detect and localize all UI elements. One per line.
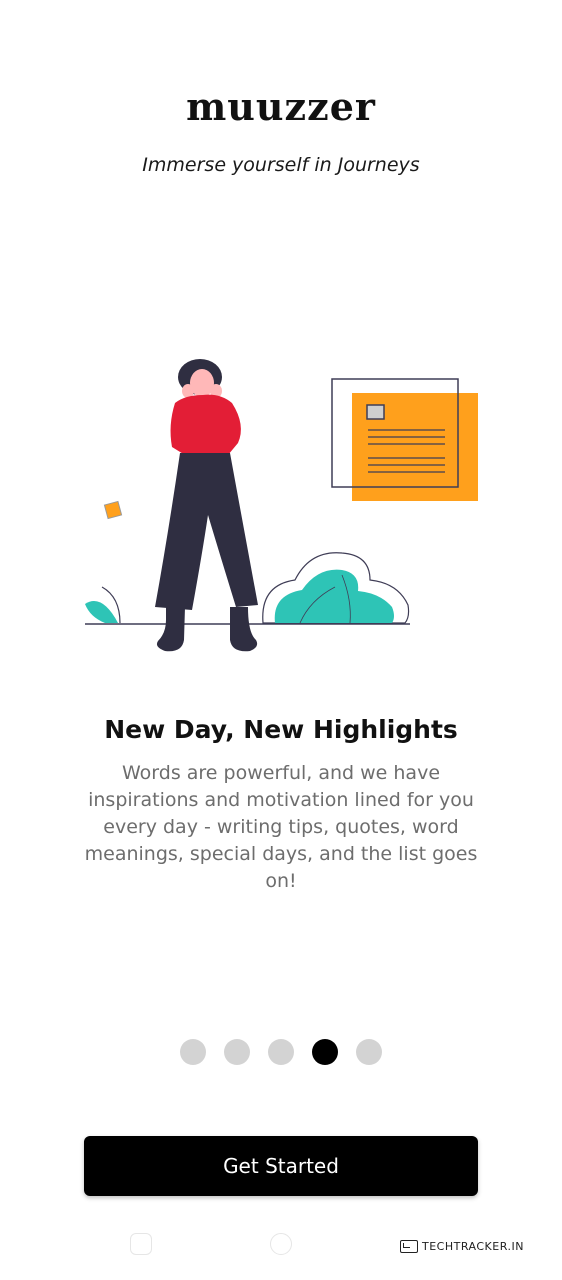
left-leaf <box>85 586 121 624</box>
woman-figure <box>155 359 258 652</box>
onboarding-title: New Day, New Highlights <box>104 715 458 744</box>
nav-home-icon[interactable] <box>270 1233 292 1255</box>
app-logo: muuzzer <box>186 84 376 129</box>
page-indicator <box>0 1039 562 1065</box>
app-tagline: Immerse yourself in Journeys <box>142 154 420 176</box>
watermark-icon <box>400 1239 418 1253</box>
document-card <box>331 378 478 501</box>
page-dot-active[interactable] <box>312 1039 338 1065</box>
get-started-button[interactable]: Get Started <box>84 1136 478 1196</box>
woman-reading-illustration <box>85 359 478 652</box>
page-dot[interactable] <box>268 1039 294 1065</box>
small-square-accent <box>103 500 123 520</box>
page-dot[interactable] <box>224 1039 250 1065</box>
watermark-text: TECHTRACKER.IN <box>422 1239 524 1253</box>
onboarding-description: Words are powerful, and we have inspirat… <box>84 762 478 892</box>
nav-back-icon[interactable] <box>130 1233 152 1255</box>
bush <box>262 552 410 624</box>
page-dot[interactable] <box>180 1039 206 1065</box>
page-dot[interactable] <box>356 1039 382 1065</box>
watermark: TECHTRACKER.IN <box>400 1236 524 1256</box>
